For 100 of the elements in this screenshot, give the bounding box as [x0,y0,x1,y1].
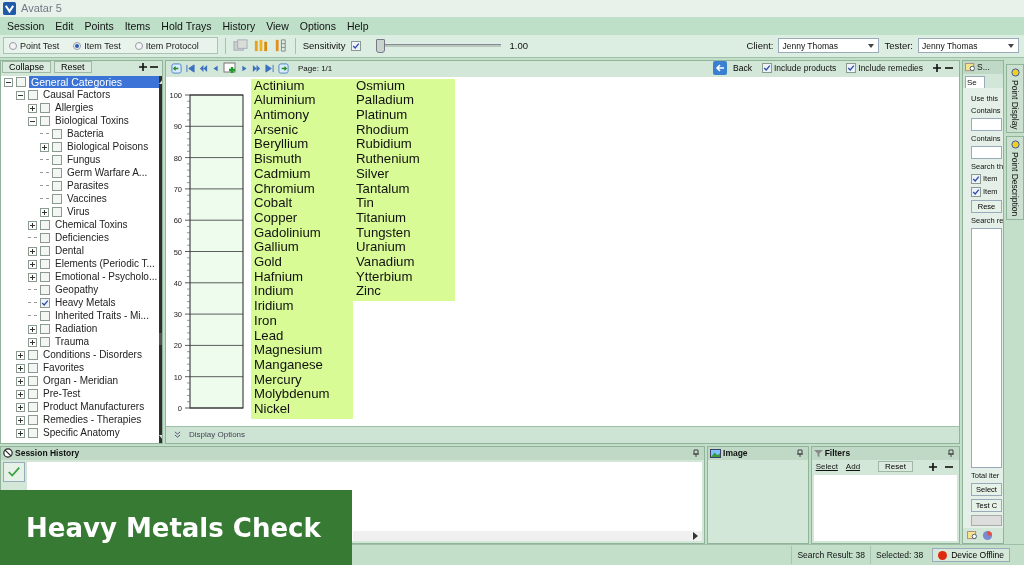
menu-item[interactable]: Options [295,19,343,32]
side-tab[interactable]: Point Display [1006,63,1024,134]
list-item[interactable]: Iridium [254,299,353,314]
tree-item[interactable]: Radiation [53,323,160,336]
checkbox[interactable] [28,389,38,400]
list-item[interactable]: Antimony [254,108,353,123]
expand-icon[interactable] [28,220,37,230]
expand-icon[interactable] [16,415,25,425]
list-item[interactable]: Silver [356,166,455,182]
checkbox[interactable] [52,168,62,179]
expand-icon[interactable] [16,402,25,412]
checkbox[interactable] [28,428,38,439]
tester-dropdown[interactable]: Jenny Thomas [918,38,1019,54]
checkbox[interactable] [761,63,772,74]
include-checkbox[interactable]: Include products [761,63,837,74]
list-item[interactable]: Tantalum [356,181,455,197]
checkbox[interactable] [28,363,38,374]
tab[interactable]: Se [965,75,985,88]
page-back-icon[interactable] [171,62,182,74]
checkbox[interactable] [52,181,62,192]
tree-item[interactable]: Heavy Metals [53,297,160,310]
chart-icon[interactable] [982,530,993,542]
tree-item[interactable]: Vaccines [65,193,160,206]
list-item[interactable]: Gadolinium [254,225,353,241]
client-dropdown[interactable]: Jenny Thomas [778,38,880,54]
checkbox[interactable] [40,324,50,335]
checkbox[interactable] [40,259,50,270]
list-item[interactable]: Rhodium [356,122,455,138]
tree-item[interactable]: Emotional - Psycholo... [53,271,160,284]
expand-icon[interactable] [40,207,49,217]
tree-item[interactable]: Dental [53,245,160,258]
list-item[interactable]: Gallium [254,240,353,256]
collapse-icon[interactable] [16,90,25,100]
pin-icon[interactable] [693,449,700,458]
pin-icon[interactable] [796,449,803,458]
side-tab[interactable]: Point Description [1006,136,1024,221]
tree-item[interactable]: Fungus [65,154,160,167]
expand-icon[interactable] [28,259,37,269]
panel-button[interactable]: Reset [54,61,92,74]
list-item[interactable]: Iron [254,313,353,329]
menu-item[interactable]: Session [3,19,52,32]
list-item[interactable]: Lead [254,328,353,344]
menu-item[interactable]: Points [80,19,121,32]
plus-icon[interactable] [933,64,941,73]
sensitivity-checkbox[interactable] [350,40,361,51]
next-icon[interactable] [241,63,248,73]
expand-icon[interactable] [16,376,25,386]
tree-item[interactable]: Chemical Toxins [53,219,160,232]
list-item[interactable]: Vanadium [356,255,455,270]
list-item[interactable]: Magnesium [254,343,353,358]
panel-button[interactable]: Collapse [2,61,52,74]
pin-icon[interactable] [948,449,954,458]
checkbox[interactable] [40,220,50,231]
list-item[interactable]: Mercury [254,372,353,388]
list-item[interactable]: Platinum [356,108,455,123]
expand-icon[interactable] [16,363,25,373]
checkbox[interactable] [28,402,38,413]
confirm-button[interactable] [3,461,25,482]
expand-icon[interactable] [16,428,25,438]
list-item[interactable]: Tin [356,196,455,211]
tree-item[interactable]: Causal Factors [41,89,160,102]
list-item[interactable]: Aluminium [254,93,353,108]
tree-item[interactable]: Favorites [41,362,160,375]
list-item[interactable]: Osmium [356,78,455,94]
checkbox[interactable] [40,311,50,322]
expand-icon[interactable] [28,272,37,282]
list-item[interactable]: Hafnium [254,269,353,285]
tree-item[interactable]: Allergies [53,102,160,115]
list-item[interactable]: Ytterbium [356,269,455,285]
expand-icon[interactable] [40,142,49,152]
list-item[interactable]: Arsenic [254,122,353,138]
checkbox[interactable] [40,337,50,348]
tree-item[interactable]: Elements (Periodic T... [53,258,160,271]
tree-item[interactable]: Conditions - Disorders [41,349,160,362]
menu-item[interactable]: Edit [51,19,81,32]
scroll-right-icon[interactable] [693,532,699,541]
list-item[interactable]: Actinium [254,78,353,94]
list-item[interactable]: Copper [254,210,353,226]
list-item[interactable]: Cadmium [254,166,353,182]
tree-item[interactable]: General Categories [29,76,160,89]
list-item[interactable]: Gold [254,255,353,270]
checkbox[interactable] [40,298,50,309]
checkbox[interactable] [40,285,50,296]
vials-icon[interactable] [252,38,268,54]
checkbox[interactable] [52,207,62,218]
sensitivity-slider[interactable] [375,38,501,53]
list-item[interactable]: Molybdenum [254,387,353,403]
checkbox[interactable] [28,415,38,426]
collapse-icon[interactable] [4,77,13,87]
previous-block-icon[interactable] [199,63,208,73]
tree-item[interactable]: Virus [65,206,160,219]
list-item[interactable]: Cobalt [254,196,353,211]
collapse-icon[interactable] [28,116,37,126]
checkbox[interactable] [40,103,50,114]
list-item[interactable]: Titanium [356,210,455,226]
plus-icon[interactable] [929,462,937,471]
checkbox[interactable] [28,90,38,101]
checkbox[interactable] [40,233,50,244]
input-field[interactable] [971,117,1002,131]
tree-item[interactable]: Remedies - Therapies [41,414,160,427]
